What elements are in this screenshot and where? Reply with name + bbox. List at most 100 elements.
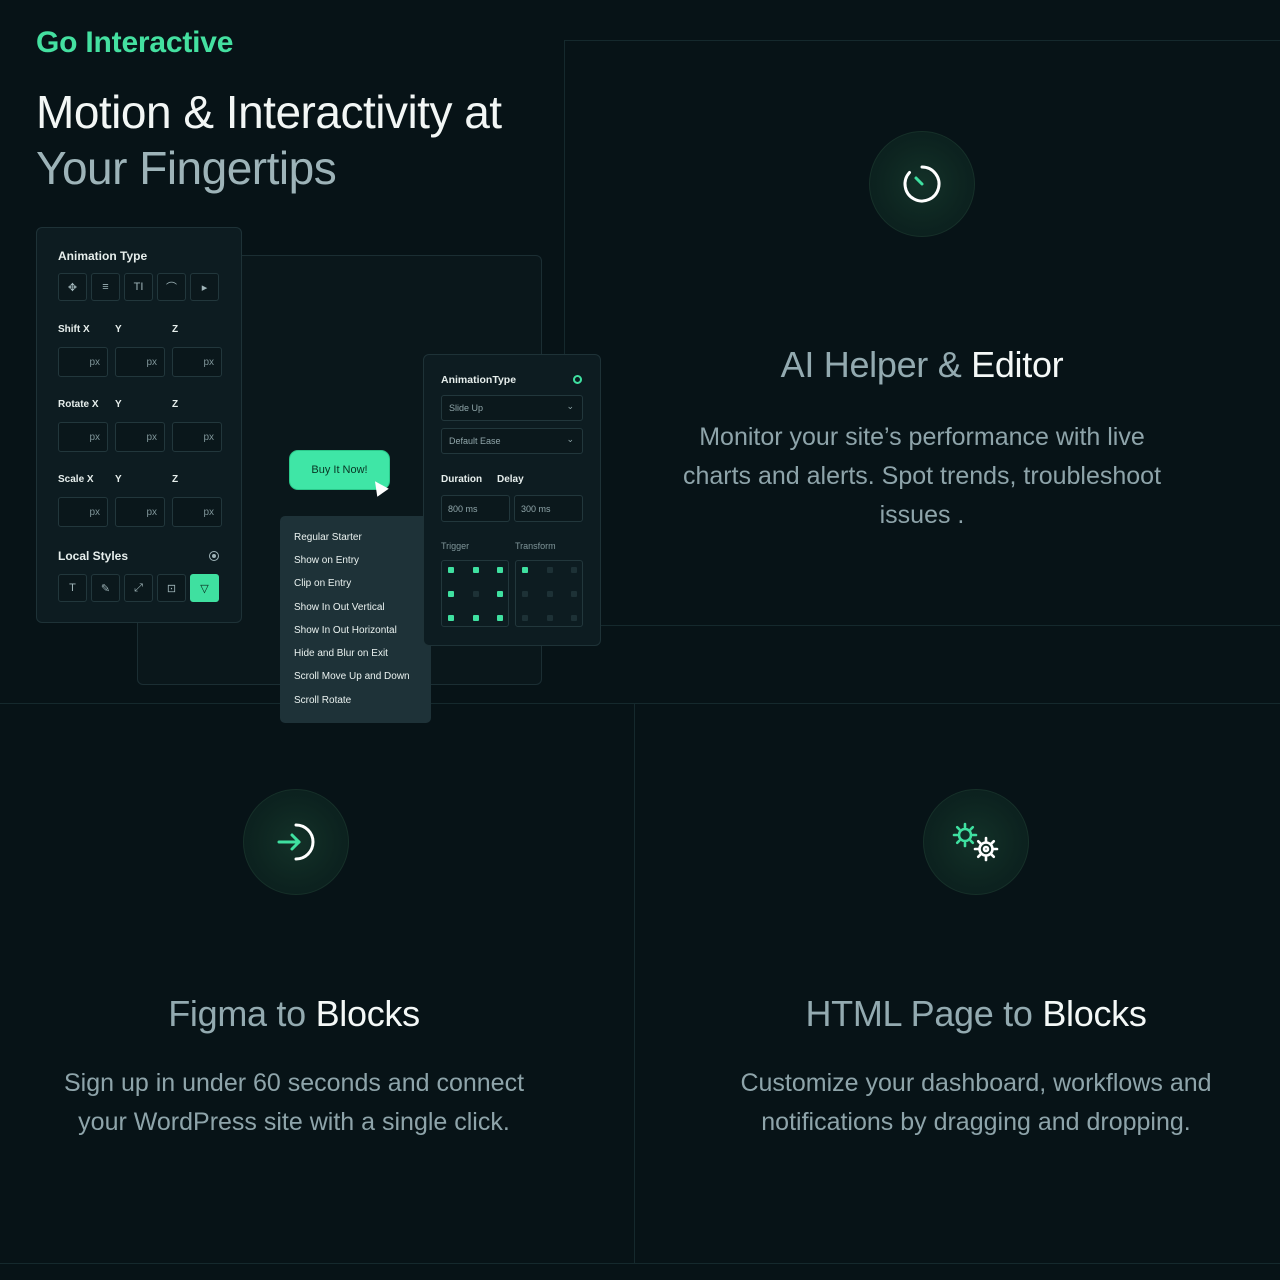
filter-icon[interactable]: ▽ — [190, 574, 219, 602]
divider-bottom — [0, 1263, 1280, 1264]
trigger-grid[interactable] — [441, 560, 509, 627]
animation-select[interactable]: Slide Up ⌄ — [441, 395, 583, 421]
rotate-y-input[interactable]: px — [115, 422, 165, 452]
move-icon[interactable]: ✥ — [58, 273, 87, 301]
transform-label: Transform — [515, 541, 556, 551]
pointer-icon[interactable]: ▸ — [190, 273, 219, 301]
grid-dot[interactable] — [448, 567, 454, 573]
menu-item[interactable]: Scroll Move Up and Down — [294, 671, 410, 682]
shift-y-input[interactable]: px — [115, 347, 165, 377]
target-icon[interactable] — [209, 551, 219, 561]
feature-desc-html: Customize your dashboard, workflows and … — [656, 1064, 1280, 1142]
scale-x-label: Scale X — [58, 474, 94, 485]
local-styles-title: Local Styles — [58, 549, 129, 563]
grid-dot[interactable] — [522, 615, 528, 621]
title-line-1: Motion & Interactivity at — [36, 86, 502, 138]
animation-type-heading: AnimationType — [441, 374, 517, 386]
pen-icon[interactable]: ✎ — [91, 574, 120, 602]
animation-select-value: Slide Up — [449, 403, 484, 413]
grid-dot[interactable] — [522, 591, 528, 597]
align-icon[interactable]: ≡ — [91, 273, 120, 301]
feature-title-strong: Blocks — [315, 993, 421, 1034]
duration-label: Duration — [441, 474, 483, 485]
animation-type-title: Animation Type — [58, 249, 148, 263]
grid-dot[interactable] — [497, 615, 503, 621]
menu-item[interactable]: Show on Entry — [294, 555, 359, 566]
desc-line: issues . — [879, 501, 965, 529]
feature-title-html: HTML Page to Blocks — [656, 993, 1280, 1035]
divider-vertical — [634, 703, 635, 1263]
timer-icon — [903, 165, 941, 203]
desc-line: Customize your dashboard, workflows and — [740, 1069, 1212, 1097]
frame-icon[interactable]: ⊡ — [157, 574, 186, 602]
scale-z-label: Z — [172, 474, 179, 485]
feature-icon-badge — [243, 789, 349, 895]
feature-title-muted: AI Helper & — [780, 344, 972, 385]
title-line-2: Your Fingertips — [36, 142, 337, 194]
page-title: Motion & Interactivity at Your Fingertip… — [36, 84, 502, 196]
rotate-y-label: Y — [115, 399, 122, 410]
delay-input[interactable]: 300 ms — [514, 495, 583, 522]
divider-top-right-left — [564, 40, 565, 355]
grid-dot[interactable] — [547, 615, 553, 621]
feature-desc-figma: Sign up in under 60 seconds and connect … — [0, 1064, 588, 1142]
ease-select[interactable]: Default Ease ⌄ — [441, 428, 583, 454]
ease-select-value: Default Ease — [449, 436, 501, 446]
animation-presets-menu: Regular Starter Show on Entry Clip on En… — [280, 516, 431, 723]
menu-item[interactable]: Clip on Entry — [294, 578, 351, 589]
divider-horizontal-2 — [431, 703, 1280, 704]
menu-item[interactable]: Regular Starter — [294, 532, 362, 543]
grid-dot[interactable] — [473, 567, 479, 573]
shift-z-input[interactable]: px — [172, 347, 222, 377]
grid-dot[interactable] — [547, 591, 553, 597]
gears-icon — [952, 822, 999, 862]
feature-icon-badge — [869, 131, 975, 237]
grid-dot[interactable] — [473, 591, 479, 597]
feature-title-ai: AI Helper & Editor — [622, 344, 1222, 386]
menu-item[interactable]: Show In Out Vertical — [294, 602, 385, 613]
scale-y-input[interactable]: px — [115, 497, 165, 527]
divider-top-right-bottom — [601, 625, 1280, 626]
grid-dot[interactable] — [497, 567, 503, 573]
feature-title-muted: Figma to — [168, 993, 316, 1034]
animation-settings-panel: AnimationType Slide Up ⌄ Default Ease ⌄ … — [423, 354, 601, 646]
text-size-icon[interactable]: TI — [124, 273, 153, 301]
feature-icon-badge — [923, 789, 1029, 895]
shift-y-label: Y — [115, 324, 122, 335]
scale-y-label: Y — [115, 474, 122, 485]
grid-dot[interactable] — [448, 591, 454, 597]
chevron-down-icon: ⌄ — [566, 434, 574, 444]
bezier-icon[interactable]: ⌒ — [157, 273, 186, 301]
shift-x-label: Shift X — [58, 324, 90, 335]
grid-dot[interactable] — [448, 615, 454, 621]
feature-title-muted: HTML Page to — [805, 993, 1043, 1034]
menu-item[interactable]: Scroll Rotate — [294, 695, 351, 706]
desc-line: notifications by dragging and dropping. — [761, 1108, 1191, 1136]
trigger-label: Trigger — [441, 541, 470, 551]
shift-x-input[interactable]: px — [58, 347, 108, 377]
text-icon[interactable]: T — [58, 574, 87, 602]
grid-dot[interactable] — [522, 567, 528, 573]
desc-line: your WordPress site with a single click. — [78, 1108, 510, 1136]
transform-grid[interactable] — [515, 560, 583, 627]
animation-panel: Animation Type ✥ ≡ TI ⌒ ▸ Shift X Y Z px… — [36, 227, 242, 623]
status-dot-icon — [573, 375, 582, 384]
scale-z-input[interactable]: px — [172, 497, 222, 527]
duration-input[interactable]: 800 ms — [441, 495, 510, 522]
rotate-z-input[interactable]: px — [172, 422, 222, 452]
menu-item[interactable]: Show In Out Horizontal — [294, 625, 397, 636]
grid-dot[interactable] — [571, 591, 577, 597]
chevron-down-icon: ⌄ — [566, 401, 574, 411]
grid-dot[interactable] — [547, 567, 553, 573]
grid-dot[interactable] — [571, 615, 577, 621]
resize-icon[interactable]: ⤢ — [124, 574, 153, 602]
menu-item[interactable]: Hide and Blur on Exit — [294, 648, 388, 659]
grid-dot[interactable] — [497, 591, 503, 597]
grid-dot[interactable] — [571, 567, 577, 573]
scale-x-input[interactable]: px — [58, 497, 108, 527]
feature-title-strong: Blocks — [1042, 993, 1147, 1034]
rotate-x-input[interactable]: px — [58, 422, 108, 452]
grid-dot[interactable] — [473, 615, 479, 621]
rotate-x-label: Rotate X — [58, 399, 99, 410]
eyebrow-label: Go Interactive — [36, 26, 234, 59]
